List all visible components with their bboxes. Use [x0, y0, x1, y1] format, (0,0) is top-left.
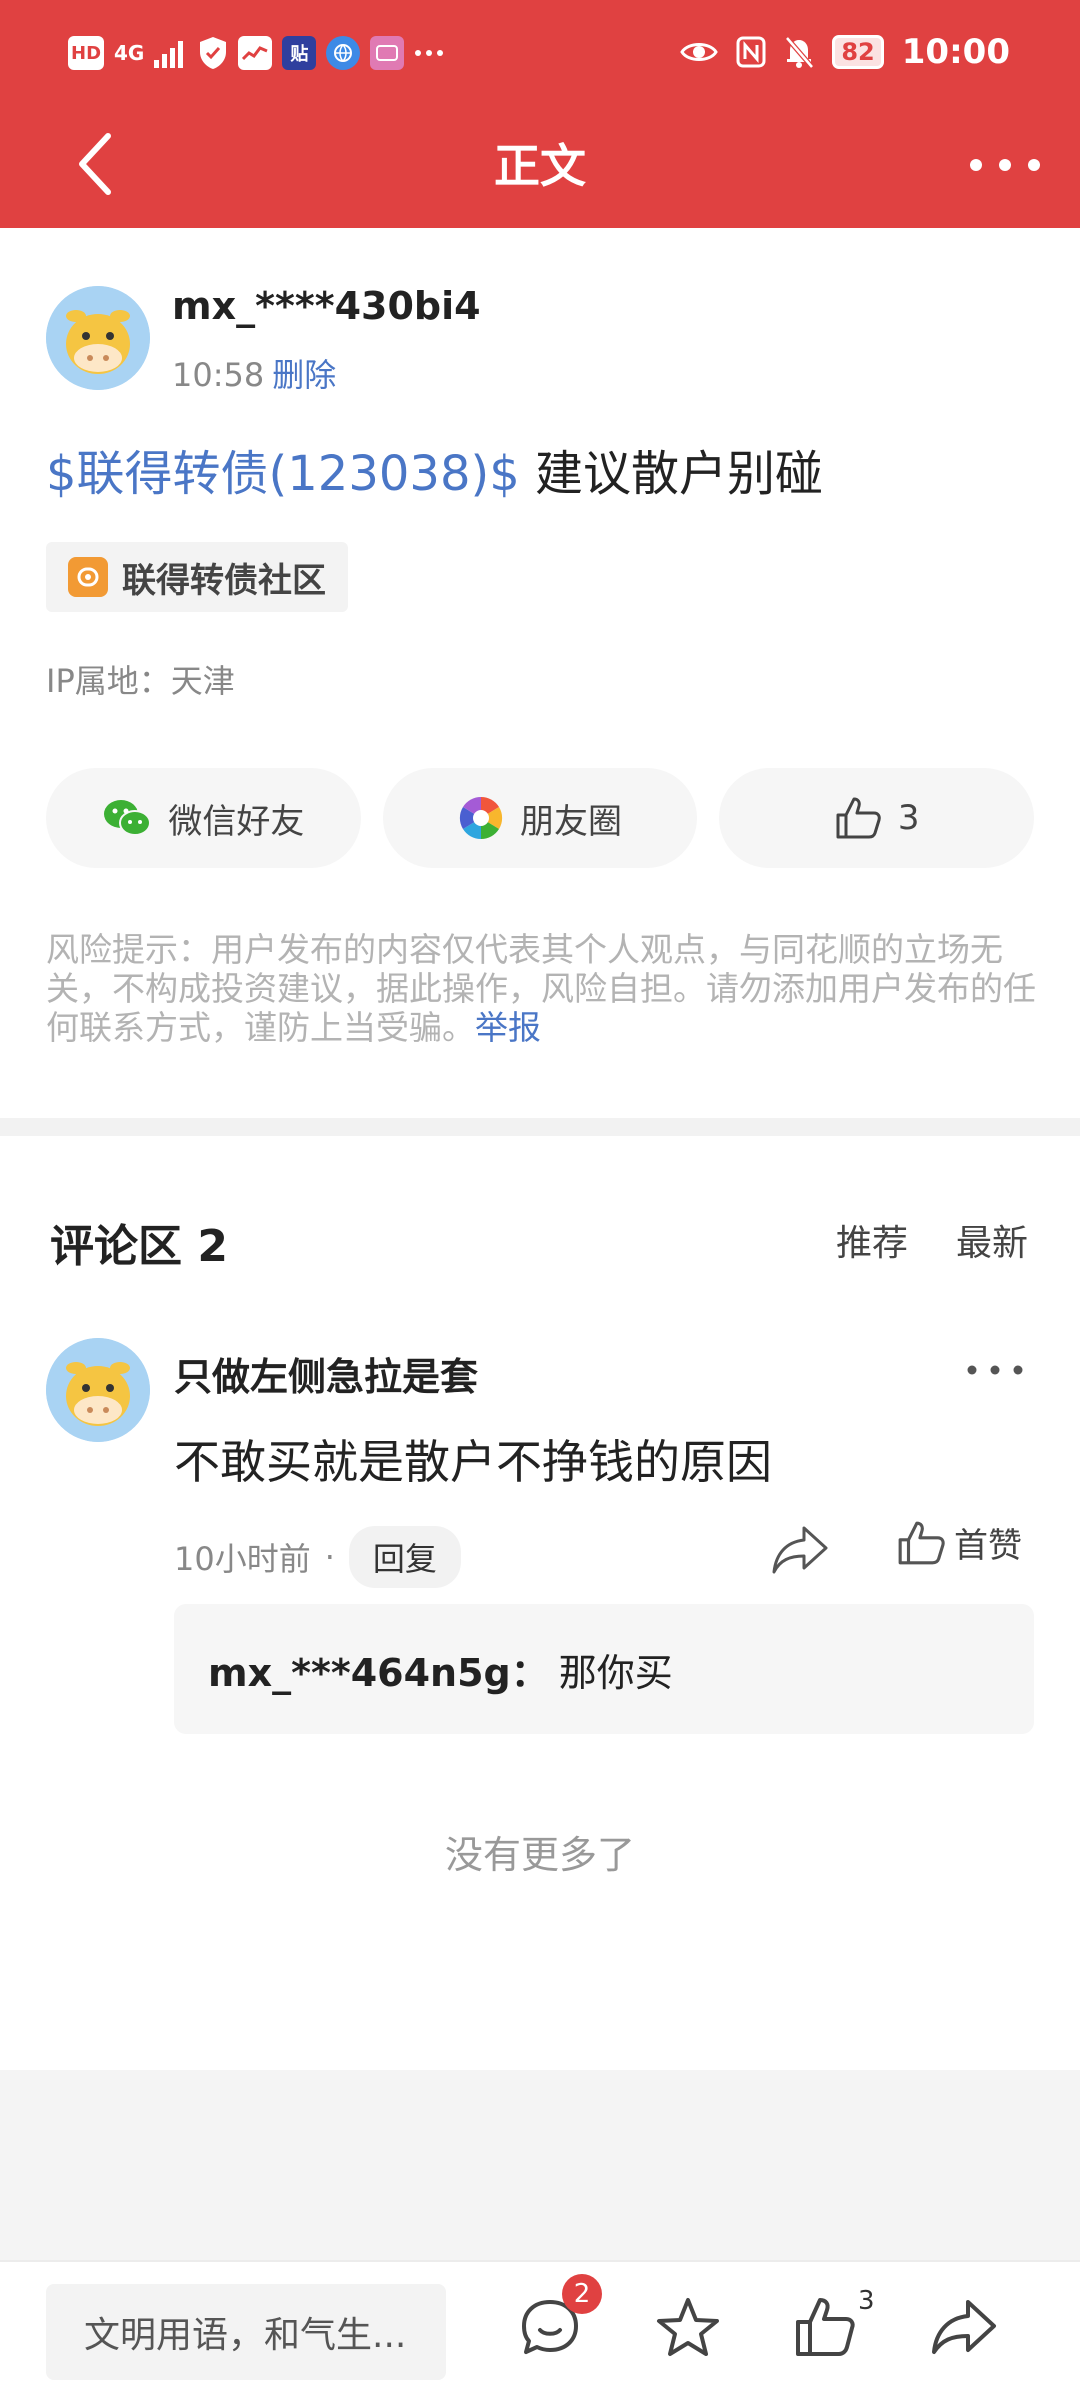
browser-app-icon	[326, 36, 361, 70]
more-options-button[interactable]	[960, 130, 1050, 200]
like-count: 3	[858, 2286, 875, 2316]
signal-icon	[154, 41, 184, 68]
comment-meta: 10小时前 · 回复	[174, 1526, 461, 1588]
cow-avatar-icon	[46, 286, 150, 390]
thumbs-up-icon	[898, 1521, 945, 1565]
thumbs-up-icon	[796, 2298, 855, 2356]
comment-avatar[interactable]	[46, 1338, 150, 1442]
status-bar-right: 82 10:00	[680, 28, 1010, 76]
more-horizontal-icon	[967, 1365, 1023, 1375]
comment-input[interactable]: 文明用语，和气生...	[46, 2284, 446, 2380]
comments-title: 评论区 2	[50, 1221, 228, 1272]
more-notifications-icon	[415, 50, 444, 56]
app-header: HD 4G 贴 82 10:00 正文	[0, 0, 1080, 228]
share-arrow-icon	[932, 2300, 996, 2354]
sub-reply[interactable]: mx_***464n5g： 那你买	[174, 1604, 1034, 1734]
share-row: 微信好友 朋友圈 3	[46, 768, 1035, 868]
post-like-button[interactable]: 3	[719, 768, 1035, 868]
comment-like-button[interactable]: 首赞	[896, 1518, 1022, 1567]
page-title: 正文	[494, 139, 586, 193]
battery-indicator: 82	[832, 35, 884, 69]
comment-like-label: 首赞	[954, 1526, 1022, 1566]
share-moments-button[interactable]: 朋友圈	[382, 768, 698, 868]
post-meta: 10:58 删除	[172, 350, 336, 396]
comment-share-button[interactable]	[770, 1522, 830, 1578]
star-icon	[657, 2298, 719, 2356]
share-moments-label: 朋友圈	[520, 801, 622, 842]
like-button[interactable]	[784, 2288, 864, 2368]
comment-text: 不敢买就是散户不挣钱的原因	[174, 1435, 772, 1489]
mute-bell-icon	[785, 36, 815, 69]
footer-spacer	[0, 2070, 1080, 2260]
no-more-text: 没有更多了	[444, 1833, 635, 1877]
moments-icon	[459, 796, 503, 840]
post-author-name[interactable]: mx_****430bi4	[172, 284, 481, 328]
delete-link[interactable]: 删除	[272, 356, 336, 394]
stock-app-icon	[238, 36, 273, 70]
avatar[interactable]	[46, 286, 150, 390]
section-divider	[0, 1118, 1080, 1136]
bottom-action-bar: 文明用语，和气生... 2 3	[0, 2260, 1080, 2400]
risk-disclaimer: 风险提示：用户发布的内容仅代表其个人观点，与同花顺的立场无关，不构成投资建议，据…	[46, 930, 1036, 1047]
network-4g-indicator: 4G	[114, 41, 145, 65]
favorite-button[interactable]	[648, 2288, 728, 2368]
hd-indicator: HD	[68, 36, 105, 70]
video-app-icon	[370, 36, 405, 70]
sort-recommend-tab[interactable]: 推荐	[836, 1214, 908, 1266]
meta-separator: ·	[324, 1538, 335, 1576]
sub-reply-text: 那你买	[558, 1650, 673, 1695]
nfc-icon	[736, 36, 766, 68]
eye-icon	[680, 43, 719, 61]
wechat-icon	[104, 800, 152, 836]
sort-latest-tab[interactable]: 最新	[956, 1214, 1028, 1266]
more-horizontal-icon	[970, 159, 1040, 171]
comment-more-button[interactable]	[960, 1350, 1030, 1390]
sub-reply-author[interactable]: mx_***464n5g：	[208, 1642, 549, 1697]
post-time: 10:58	[172, 356, 265, 394]
share-wechat-button[interactable]: 微信好友	[46, 768, 361, 868]
status-time: 10:00	[901, 32, 1010, 72]
share-arrow-icon	[772, 1526, 828, 1574]
comments-header: 评论区 2 推荐 最新	[0, 1136, 1080, 1296]
post-like-count: 3	[897, 798, 920, 838]
share-button[interactable]	[924, 2288, 1004, 2368]
report-link[interactable]: 举报	[475, 1008, 541, 1047]
risk-text: 风险提示：用户发布的内容仅代表其个人观点，与同花顺的立场无关，不构成投资建议，据…	[46, 930, 1036, 1047]
cow-avatar-icon	[46, 1338, 150, 1442]
comment-author-name[interactable]: 只做左侧急拉是套	[174, 1346, 478, 1401]
community-tag[interactable]: 联得转债社区	[46, 542, 348, 612]
status-bar-left: HD 4G 贴	[68, 32, 444, 74]
status-bar: HD 4G 贴 82 10:00	[0, 0, 1080, 104]
nav-bar: 正文	[0, 104, 1080, 228]
comment-time: 10小时前	[174, 1540, 311, 1578]
reply-button[interactable]: 回复	[348, 1526, 461, 1588]
shield-icon	[200, 37, 227, 69]
community-label: 联得转债社区	[122, 560, 326, 601]
comment-count-badge: 2	[562, 2274, 602, 2314]
thumbs-up-icon	[836, 797, 881, 839]
post-content: $联得转债(123038)$ 建议散户别碰	[46, 434, 823, 504]
community-icon	[68, 557, 108, 597]
stock-tag-link[interactable]: $联得转债(123038)$	[46, 446, 520, 502]
tieba-app-icon: 贴	[282, 36, 317, 70]
ip-location: IP属地：天津	[46, 662, 235, 700]
post-text: 建议散户别碰	[519, 446, 824, 502]
share-wechat-label: 微信好友	[168, 801, 305, 842]
